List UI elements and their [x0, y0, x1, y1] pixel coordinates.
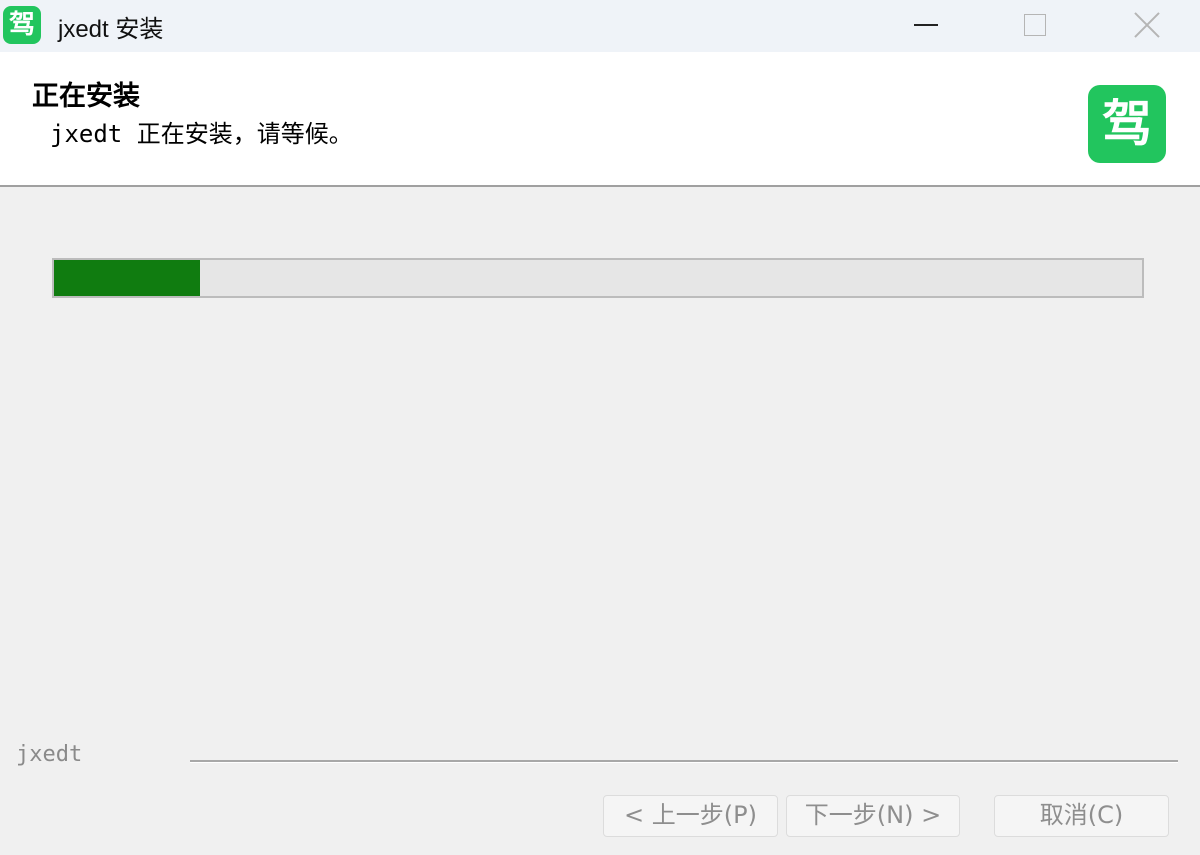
- page-subtitle: jxedt 正在安装，请等候。: [50, 120, 353, 148]
- header-divider: [0, 185, 1200, 187]
- maximize-button[interactable]: [986, 0, 1086, 52]
- footer-brand: jxedt: [16, 742, 83, 767]
- app-logo: 驾: [1088, 85, 1166, 163]
- footer-divider: [190, 760, 1178, 763]
- next-button[interactable]: 下一步(N) >: [786, 795, 960, 837]
- window-title: jxedt 安装: [58, 16, 164, 43]
- install-progress-bar: [52, 258, 1144, 298]
- page-title: 正在安装: [32, 81, 140, 112]
- minimize-button[interactable]: [876, 0, 976, 52]
- app-icon: 驾: [3, 6, 41, 44]
- cancel-button[interactable]: 取消(C): [994, 795, 1169, 837]
- back-button[interactable]: < 上一步(P): [603, 795, 778, 837]
- progress-fill: [54, 260, 200, 296]
- close-button[interactable]: [1096, 0, 1196, 52]
- title-bar: 驾 jxedt 安装: [0, 0, 1200, 52]
